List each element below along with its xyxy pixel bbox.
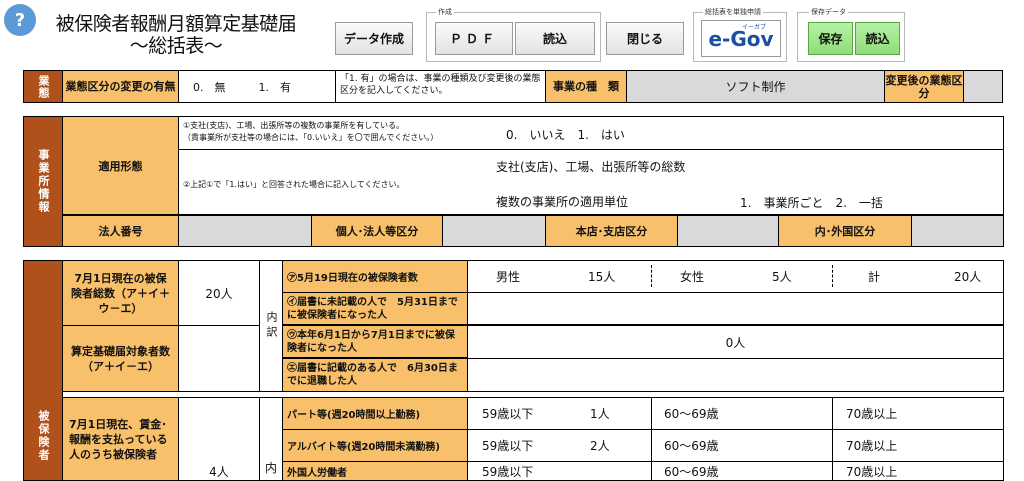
office-unit-label: 複数の事業所の適用単位 [496, 195, 629, 209]
office-side-text: 事業所情報 [37, 149, 50, 214]
female-label: 女性 [680, 270, 705, 284]
industry-change-label: 業態区分の変更の有無 [62, 70, 179, 103]
breakdown-label: 内訳 [259, 260, 283, 392]
male-label: 男性 [496, 270, 521, 284]
business-type-value[interactable]: ソフト制作 [626, 70, 885, 103]
egov-small-label: イーガブ [742, 24, 767, 31]
d-value[interactable] [467, 358, 1004, 392]
title-line1: 被保険者報酬月額算定基礎届 [55, 13, 297, 35]
arbeit-label: アルバイト等(週20時間未満勤務) [282, 429, 468, 462]
indiv-corp-value[interactable] [442, 215, 546, 247]
divider [832, 265, 833, 287]
apply-form-label: 適用形態 [62, 116, 179, 215]
save-button[interactable]: 保存 [808, 22, 853, 55]
office-note2: ②上記①で「1.はい」と回答された場合に記入してください。 [183, 180, 405, 189]
a-values: 男性 15人 女性 5人 計 20人 [467, 260, 1004, 293]
female-value[interactable]: 5人 [772, 268, 792, 285]
arbeit-age1-value[interactable]: 2人 [590, 437, 610, 454]
sum-value[interactable]: 20人 [954, 268, 981, 285]
sum-label: 計 [868, 270, 881, 284]
part-age1: 59歳以下 [482, 407, 534, 421]
hq-branch-value[interactable] [677, 215, 779, 247]
part-age1-value[interactable]: 1人 [590, 405, 610, 422]
office-note1: ①支社(支店)、工場、出張所等の複数の事業所を有している。 [183, 121, 405, 130]
industry-change-options[interactable]: 0. 無 1. 有 [178, 70, 336, 103]
create-group-label: 作成 [436, 7, 454, 17]
divider [651, 462, 652, 480]
divider [832, 398, 833, 429]
b-label: ㋑届書に未記載の人で 5月31日までに被保険者になった人 [282, 292, 468, 325]
divider [651, 398, 652, 429]
corp-number-value[interactable] [178, 215, 312, 247]
insured-total-label: 7月1日現在の被保険者総数（ア＋イ＋ウ－エ） [62, 260, 179, 326]
paid-value[interactable]: 4人 [178, 397, 260, 481]
part-values: 59歳以下 1人 60～69歳 70歳以上 [467, 397, 1004, 430]
hq-branch-label: 本店･支店区分 [545, 215, 678, 247]
toolbar: ? 被保険者報酬月額算定基礎届 ～総括表～ データ作成 作成 ＰＤＦ 読込 閉じ… [0, 0, 1024, 68]
domestic-foreign-value[interactable] [911, 215, 1004, 247]
foreign-age1: 59歳以下 [482, 464, 534, 479]
changed-industry-value[interactable] [963, 70, 1003, 103]
industry-change-note: 「1. 有」の場合は、事業の種類及び変更後の業態区分を記入してください。 [335, 70, 546, 103]
help-icon[interactable]: ? [4, 4, 36, 36]
divider [832, 430, 833, 461]
insured-side-label: 被保険者 [23, 260, 63, 481]
target-value[interactable] [178, 325, 260, 392]
read-button[interactable]: 読込 [515, 22, 595, 55]
office-q1-options[interactable]: 0. いいえ 1. はい [506, 126, 625, 143]
male-value[interactable]: 15人 [588, 268, 615, 285]
pdf-button[interactable]: ＰＤＦ [435, 22, 513, 55]
arbeit-age3: 70歳以上 [846, 439, 898, 453]
changed-industry-label: 変更後の業態区分 [884, 70, 964, 103]
industry-side-text: 業態 [37, 74, 50, 99]
indiv-corp-label: 個人･法人等区分 [311, 215, 443, 247]
title-line2: ～総括表～ [129, 35, 223, 57]
corp-number-label: 法人番号 [62, 215, 179, 247]
insured-total-value[interactable]: 20人 [178, 260, 260, 326]
arbeit-age1: 59歳以下 [482, 439, 534, 453]
part-age3: 70歳以上 [846, 407, 898, 421]
office-total-label: 支社(支店)、工場、出張所等の総数 [496, 160, 686, 174]
divider [651, 430, 652, 461]
data-create-button[interactable]: データ作成 [335, 22, 413, 55]
part-age2: 60～69歳 [664, 407, 719, 421]
load-button[interactable]: 読込 [855, 22, 900, 55]
foreign-age2: 60～69歳 [664, 464, 719, 479]
office-note1b: （貴事業所が支社等の場合には、「0.いいえ」を〇で囲んでください。） [183, 133, 439, 142]
industry-side-label: 業態 [23, 70, 63, 103]
paid-label: 7月1日現在、賃金･報酬を支払っている人のうち被保険者 [62, 397, 179, 481]
c-label: ㋒本年6月1日から7月1日までに被保険者になった人 [282, 325, 468, 358]
page-title: 被保険者報酬月額算定基礎届 ～総括表～ [46, 13, 306, 57]
insured-side-text: 被保険者 [37, 409, 50, 462]
breakdown2-label: 内 [259, 397, 283, 481]
foreign-age3: 70歳以上 [846, 464, 898, 479]
business-type-label: 事業の種 類 [545, 70, 627, 103]
c-value[interactable]: 0人 [467, 325, 1004, 359]
b-value[interactable] [467, 292, 1004, 325]
a-label: ㋐5月19日現在の被保険者数 [282, 260, 468, 293]
egov-group-label: 総括表を単独申請 [703, 7, 763, 17]
arbeit-values: 59歳以下 2人 60～69歳 70歳以上 [467, 429, 1004, 462]
breakdown-text: 内訳 [265, 311, 278, 341]
office-unit-options[interactable]: 1. 事業所ごと 2. 一括 [740, 194, 883, 211]
divider [651, 265, 652, 287]
divider [832, 462, 833, 480]
d-label: ㋓届書に記載のある人で 6月30日までに退職した人 [282, 358, 468, 392]
domestic-foreign-label: 内･外国区分 [778, 215, 912, 247]
foreign-label: 外国人労働者 [282, 461, 468, 481]
arbeit-age2: 60～69歳 [664, 439, 719, 453]
target-label: 算定基礎届対象者数（ア＋イ－エ） [62, 325, 179, 392]
egov-button[interactable]: e-Gov [701, 20, 781, 57]
part-label: パート等(週20時間以上勤務) [282, 397, 468, 430]
office-side-label: 事業所情報 [23, 116, 63, 247]
close-button[interactable]: 閉じる [606, 22, 684, 55]
save-group-label: 保存データ [809, 7, 848, 17]
foreign-values: 59歳以下 60～69歳 70歳以上 [467, 461, 1004, 481]
